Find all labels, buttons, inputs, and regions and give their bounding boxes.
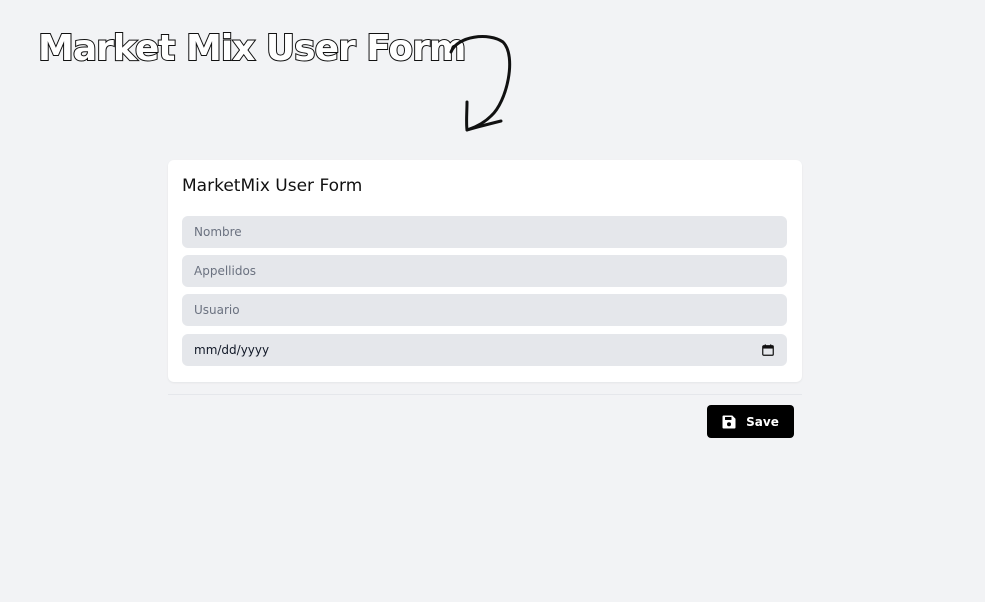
floppy-disk-icon: [722, 415, 736, 428]
save-button-label: Save: [746, 414, 779, 429]
calendar-icon[interactable]: [762, 344, 774, 356]
divider: [168, 394, 802, 395]
user-form-card: MarketMix User Form mm/dd/yyyy: [168, 160, 802, 382]
hero-title: Market Mix User Form: [37, 27, 467, 70]
nombre-field-wrapper: [182, 216, 787, 248]
date-value: mm/dd/yyyy: [194, 343, 270, 357]
apellidos-input[interactable]: [182, 255, 787, 287]
date-input[interactable]: mm/dd/yyyy: [182, 334, 787, 366]
usuario-field-wrapper: [182, 294, 787, 326]
save-button[interactable]: Save: [707, 405, 794, 438]
apellidos-field-wrapper: [182, 255, 787, 287]
form-title: MarketMix User Form: [182, 176, 363, 196]
nombre-input[interactable]: [182, 216, 787, 248]
usuario-input[interactable]: [182, 294, 787, 326]
curved-arrow-icon: [449, 35, 512, 132]
